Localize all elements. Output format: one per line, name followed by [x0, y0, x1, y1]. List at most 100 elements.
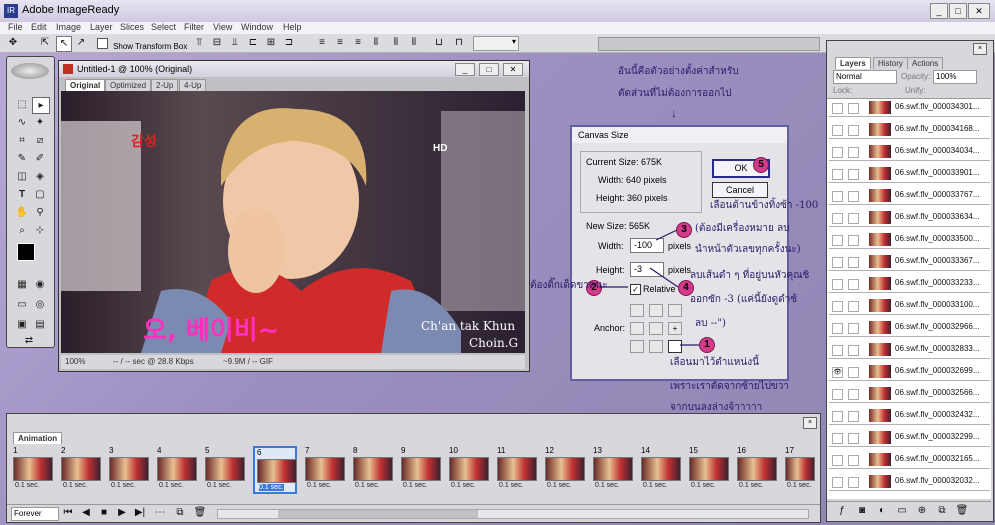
- animation-frame[interactable]: 8 0.1 sec.: [351, 446, 395, 494]
- frame-delay[interactable]: 0.1 sec.: [15, 482, 40, 489]
- layer-row[interactable]: 👁 06.swf.flv_000032699...: [829, 363, 990, 381]
- animation-frame[interactable]: 3 0.1 sec.: [107, 446, 151, 494]
- animation-frame[interactable]: 7 0.1 sec.: [303, 446, 347, 494]
- link-icon[interactable]: [848, 191, 859, 202]
- layer-row[interactable]: 06.swf.flv_000032032...: [829, 473, 990, 491]
- eye-icon[interactable]: [832, 147, 843, 158]
- frame-delay[interactable]: 0.1 sec.: [643, 482, 668, 489]
- link-icon[interactable]: [848, 103, 859, 114]
- layer-mask-icon[interactable]: ◙: [855, 504, 869, 518]
- eye-icon[interactable]: [832, 323, 843, 334]
- eye-icon[interactable]: [832, 345, 843, 356]
- frame-delay[interactable]: 0.1 sec.: [63, 482, 88, 489]
- eye-icon[interactable]: 👁: [832, 367, 843, 378]
- link-icon[interactable]: [848, 367, 859, 378]
- first-frame-icon[interactable]: ⏮: [61, 506, 75, 520]
- blend-mode-select[interactable]: Normal: [833, 70, 897, 84]
- tween-icon[interactable]: ⋯: [153, 506, 167, 520]
- animation-frame[interactable]: 13 0.1 sec.: [591, 446, 635, 494]
- layer-row[interactable]: 06.swf.flv_000034301...: [829, 99, 990, 117]
- frame-delay[interactable]: 0.1 sec.: [159, 482, 184, 489]
- frame-delay[interactable]: 0.1 sec.: [451, 482, 476, 489]
- delete-layer-icon[interactable]: 🗑: [955, 504, 969, 518]
- tab-actions[interactable]: Actions: [907, 57, 944, 69]
- anim-close-icon[interactable]: ×: [803, 417, 817, 429]
- layer-row[interactable]: 06.swf.flv_000033767...: [829, 187, 990, 205]
- layer-row[interactable]: 06.swf.flv_000034168...: [829, 121, 990, 139]
- eye-icon[interactable]: [832, 235, 843, 246]
- adjustment-layer-icon[interactable]: ◐: [875, 504, 889, 518]
- animation-frame[interactable]: 10 0.1 sec.: [447, 446, 491, 494]
- layer-row[interactable]: 06.swf.flv_000033367...: [829, 253, 990, 271]
- eye-icon[interactable]: [832, 477, 843, 488]
- animation-frame[interactable]: 15 0.1 sec.: [687, 446, 731, 494]
- new-group-icon[interactable]: ▭: [895, 504, 909, 518]
- loop-select[interactable]: Forever: [11, 507, 59, 521]
- layer-row[interactable]: 06.swf.flv_000032165...: [829, 451, 990, 469]
- layer-row[interactable]: 06.swf.flv_000033500...: [829, 231, 990, 249]
- frame-delay[interactable]: 0.1 sec.: [111, 482, 136, 489]
- scrollbar-thumb[interactable]: [278, 510, 478, 518]
- prev-frame-icon[interactable]: ◀: [79, 506, 93, 520]
- link-icon[interactable]: [848, 323, 859, 334]
- eye-icon[interactable]: [832, 455, 843, 466]
- opacity-input[interactable]: 100%: [933, 70, 977, 84]
- link-icon[interactable]: [848, 125, 859, 136]
- layer-row[interactable]: 06.swf.flv_000033901...: [829, 165, 990, 183]
- animation-frame[interactable]: 17 0.1 sec.: [783, 446, 815, 494]
- link-icon[interactable]: [848, 345, 859, 356]
- frame-delay[interactable]: 0.1 sec.: [691, 482, 716, 489]
- link-icon[interactable]: [848, 279, 859, 290]
- animation-frame[interactable]: 9 0.1 sec.: [399, 446, 443, 494]
- animation-frame[interactable]: 5 0.1 sec.: [203, 446, 247, 494]
- link-icon[interactable]: [848, 257, 859, 268]
- link-icon[interactable]: [848, 411, 859, 422]
- link-icon[interactable]: [848, 147, 859, 158]
- eye-icon[interactable]: [832, 433, 843, 444]
- layer-row[interactable]: 06.swf.flv_000032833...: [829, 341, 990, 359]
- delete-frame-icon[interactable]: 🗑: [193, 506, 207, 520]
- layer-row[interactable]: 06.swf.flv_000034034...: [829, 143, 990, 161]
- frames-scrollbar[interactable]: [217, 509, 809, 519]
- frame-delay[interactable]: 0.1 sec.: [259, 484, 284, 491]
- layer-row[interactable]: 06.swf.flv_000033634...: [829, 209, 990, 227]
- new-layer-icon[interactable]: ⊕: [915, 504, 929, 518]
- tab-layers[interactable]: Layers: [835, 57, 871, 69]
- layer-row[interactable]: 06.swf.flv_000032566...: [829, 385, 990, 403]
- animation-frame[interactable]: 2 0.1 sec.: [59, 446, 103, 494]
- layer-row[interactable]: 06.swf.flv_000033233...: [829, 275, 990, 293]
- frame-delay[interactable]: 0.1 sec.: [355, 482, 380, 489]
- link-icon[interactable]: [848, 169, 859, 180]
- stop-icon[interactable]: ■: [97, 506, 111, 520]
- eye-icon[interactable]: [832, 301, 843, 312]
- eye-icon[interactable]: [832, 169, 843, 180]
- animation-frame[interactable]: 4 0.1 sec.: [155, 446, 199, 494]
- link-icon[interactable]: [848, 433, 859, 444]
- frame-delay[interactable]: 0.1 sec.: [787, 482, 812, 489]
- frame-delay[interactable]: 0.1 sec.: [499, 482, 524, 489]
- link-icon[interactable]: [848, 213, 859, 224]
- frame-delay[interactable]: 0.1 sec.: [307, 482, 332, 489]
- link-icon[interactable]: [848, 235, 859, 246]
- new-layer-copy-icon[interactable]: ⧉: [935, 504, 949, 518]
- link-icon[interactable]: [848, 477, 859, 488]
- frame-delay[interactable]: 0.1 sec.: [739, 482, 764, 489]
- link-icon[interactable]: [848, 389, 859, 400]
- animation-frame[interactable]: 14 0.1 sec.: [639, 446, 683, 494]
- eye-icon[interactable]: [832, 191, 843, 202]
- frame-delay[interactable]: 0.1 sec.: [403, 482, 428, 489]
- eye-icon[interactable]: [832, 411, 843, 422]
- eye-icon[interactable]: [832, 279, 843, 290]
- frame-delay[interactable]: 0.1 sec.: [547, 482, 572, 489]
- next-frame-icon[interactable]: ▶|: [133, 506, 147, 520]
- duplicate-frame-icon[interactable]: ⧉: [173, 506, 187, 520]
- frame-delay[interactable]: 0.1 sec.: [207, 482, 232, 489]
- layer-row[interactable]: 06.swf.flv_000033100...: [829, 297, 990, 315]
- layer-row[interactable]: 06.swf.flv_000032966...: [829, 319, 990, 337]
- animation-frame[interactable]: 16 0.1 sec.: [735, 446, 779, 494]
- eye-icon[interactable]: [832, 125, 843, 136]
- animation-frame[interactable]: 12 0.1 sec.: [543, 446, 587, 494]
- tab-animation[interactable]: Animation: [13, 432, 63, 444]
- animation-frame[interactable]: 1 0.1 sec.: [11, 446, 55, 494]
- panel-close-icon[interactable]: ×: [973, 43, 987, 55]
